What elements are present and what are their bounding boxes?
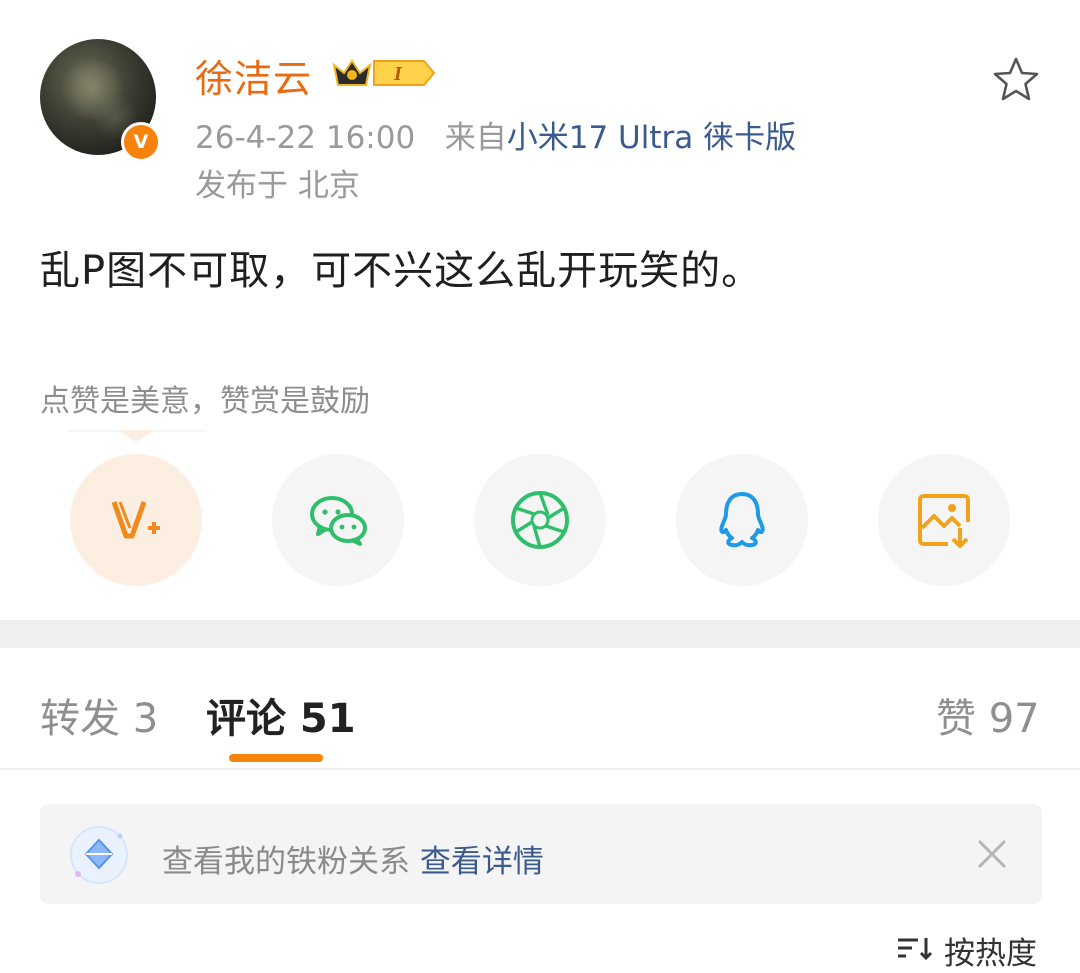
tab-repost[interactable]: 转发 3 [40, 686, 158, 744]
view-details-link[interactable]: 查看详情 [420, 844, 544, 880]
tab-like[interactable]: 赞 97 [936, 686, 1040, 744]
save-image-icon [918, 494, 970, 548]
diamond-fan-icon [70, 826, 128, 884]
moments-share-button[interactable] [474, 454, 606, 586]
post-timestamp: 26-4-22 16:00 [195, 120, 416, 156]
level-badge-label: I [393, 63, 403, 85]
verified-badge-icon: V [121, 122, 161, 162]
save-image-button[interactable] [878, 454, 1010, 586]
moments-shutter-icon [511, 491, 569, 549]
fan-relationship-label: 查看我的铁粉关系 [162, 844, 410, 880]
sort-by-hot-label[interactable]: 按热度 [944, 928, 1037, 973]
crown-level-badge-icon[interactable]: I [332, 55, 436, 91]
author-name[interactable]: 徐洁云 [195, 48, 312, 103]
reward-pointer [118, 430, 154, 442]
qq-share-button[interactable] [676, 454, 808, 586]
post-content: 乱P图不可取，可不兴这么乱开玩笑的。 [40, 248, 763, 294]
reward-hint: 点赞是美意，赞赏是鼓励 [40, 384, 370, 419]
close-icon[interactable] [970, 832, 1014, 876]
favorite-star-icon[interactable] [992, 56, 1040, 102]
qq-penguin-icon [719, 492, 765, 548]
section-separator [0, 620, 1080, 648]
tab-comment[interactable]: 评论 51 [206, 686, 356, 744]
v-plus-icon [111, 501, 160, 539]
tab-divider [0, 768, 1080, 770]
source-prefix: 来自 [444, 120, 507, 156]
active-tab-indicator [229, 754, 323, 762]
source-device-link[interactable]: 小米17 Ultra 徕卡版 [507, 120, 796, 156]
wechat-icon [310, 496, 367, 546]
post-location: 发布于 北京 [195, 168, 360, 204]
post-meta: 26-4-22 16:00 来自小米17 Ultra 徕卡版 [195, 112, 796, 157]
sort-icon[interactable] [894, 934, 934, 964]
wechat-share-button[interactable] [272, 454, 404, 586]
fan-relationship-text: 查看我的铁粉关系 查看详情 [162, 836, 544, 881]
vplus-button[interactable] [70, 454, 202, 586]
